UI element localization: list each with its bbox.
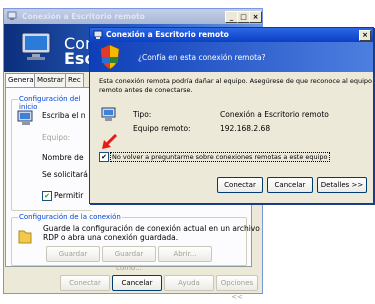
details-button[interactable]: Detalles >> — [317, 177, 367, 193]
connect-button-bg[interactable]: Conectar — [60, 275, 110, 291]
dont-ask-label: No volver a preguntarme sobre conexiones… — [110, 152, 330, 162]
connection-settings-legend: Configuración de la conexión — [18, 213, 122, 221]
computer-user-icon — [17, 110, 37, 130]
prompt-note-text: Se solicitará — [42, 170, 88, 179]
allow-save-checkbox[interactable]: ✔ — [42, 191, 52, 201]
options-button-bg[interactable]: Opciones << — [216, 275, 258, 301]
app-icon — [93, 30, 104, 40]
connection-desc-line1: Guarde la configuración de conexión actu… — [43, 224, 260, 233]
tab-recursos[interactable]: Rec — [65, 73, 84, 87]
username-label: Nombre de — [42, 153, 84, 162]
warning-line-2: remoto antes de conectarse. — [99, 86, 193, 94]
folder-icon — [17, 227, 33, 247]
bg-window-title: Conexión a Escritorio remoto — [22, 12, 145, 21]
open-button[interactable]: Abrir... — [158, 246, 212, 262]
allow-save-label: Permitir — [54, 191, 84, 200]
computer-field-label: Equipo: — [42, 133, 71, 142]
remote-computer-icon — [101, 107, 119, 125]
cancel-button[interactable]: Cancelar — [267, 177, 313, 193]
save-button[interactable]: Guardar — [46, 246, 100, 262]
tab-mostrar[interactable]: Mostrar — [34, 73, 67, 87]
dialog-header: ¿Confía en esta conexión remota? — [90, 42, 373, 72]
close-icon[interactable]: × — [359, 30, 371, 41]
dialog-question: ¿Confía en esta conexión remota? — [138, 53, 266, 62]
bg-titlebar[interactable]: Conexión a Escritorio remoto _ □ × — [4, 9, 262, 24]
login-settings-group: Configuración del inicio Escriba el n Eq… — [11, 95, 92, 211]
warning-line-1: Esta conexión remota podría dañar al equ… — [99, 77, 373, 85]
annotation-arrow — [100, 133, 118, 154]
trust-connection-dialog: Conexión a Escritorio remoto × ¿Confía e… — [89, 27, 374, 204]
type-label: Tipo: — [133, 110, 152, 119]
save-as-button[interactable]: Guardar como... — [102, 246, 156, 272]
login-settings-legend: Configuración del inicio — [18, 95, 92, 111]
shield-icon — [99, 44, 121, 72]
type-value: Conexión a Escritorio remoto — [220, 110, 329, 119]
connection-settings-group: Configuración de la conexión Guarde la c… — [11, 213, 260, 272]
close-icon[interactable]: × — [249, 11, 262, 23]
connect-button[interactable]: Conectar — [217, 177, 263, 193]
login-prompt-text: Escriba el n — [42, 111, 86, 120]
remote-computer-value: 192.168.2.68 — [220, 124, 271, 133]
app-icon — [7, 11, 18, 21]
dialog-body: Esta conexión remota podría dañar al equ… — [90, 72, 373, 203]
cancel-button-bg[interactable]: Cancelar — [112, 275, 162, 291]
connection-desc-line2: RDP o abra una conexión guardada. — [43, 233, 179, 242]
dialog-title: Conexión a Escritorio remoto — [106, 30, 229, 39]
monitor-icon — [18, 30, 58, 68]
remote-computer-label: Equipo remoto: — [133, 124, 191, 133]
dialog-titlebar[interactable]: Conexión a Escritorio remoto × — [90, 28, 373, 42]
dont-ask-checkbox[interactable]: ✔ — [99, 152, 109, 162]
help-button-bg[interactable]: Ayuda — [164, 275, 214, 291]
